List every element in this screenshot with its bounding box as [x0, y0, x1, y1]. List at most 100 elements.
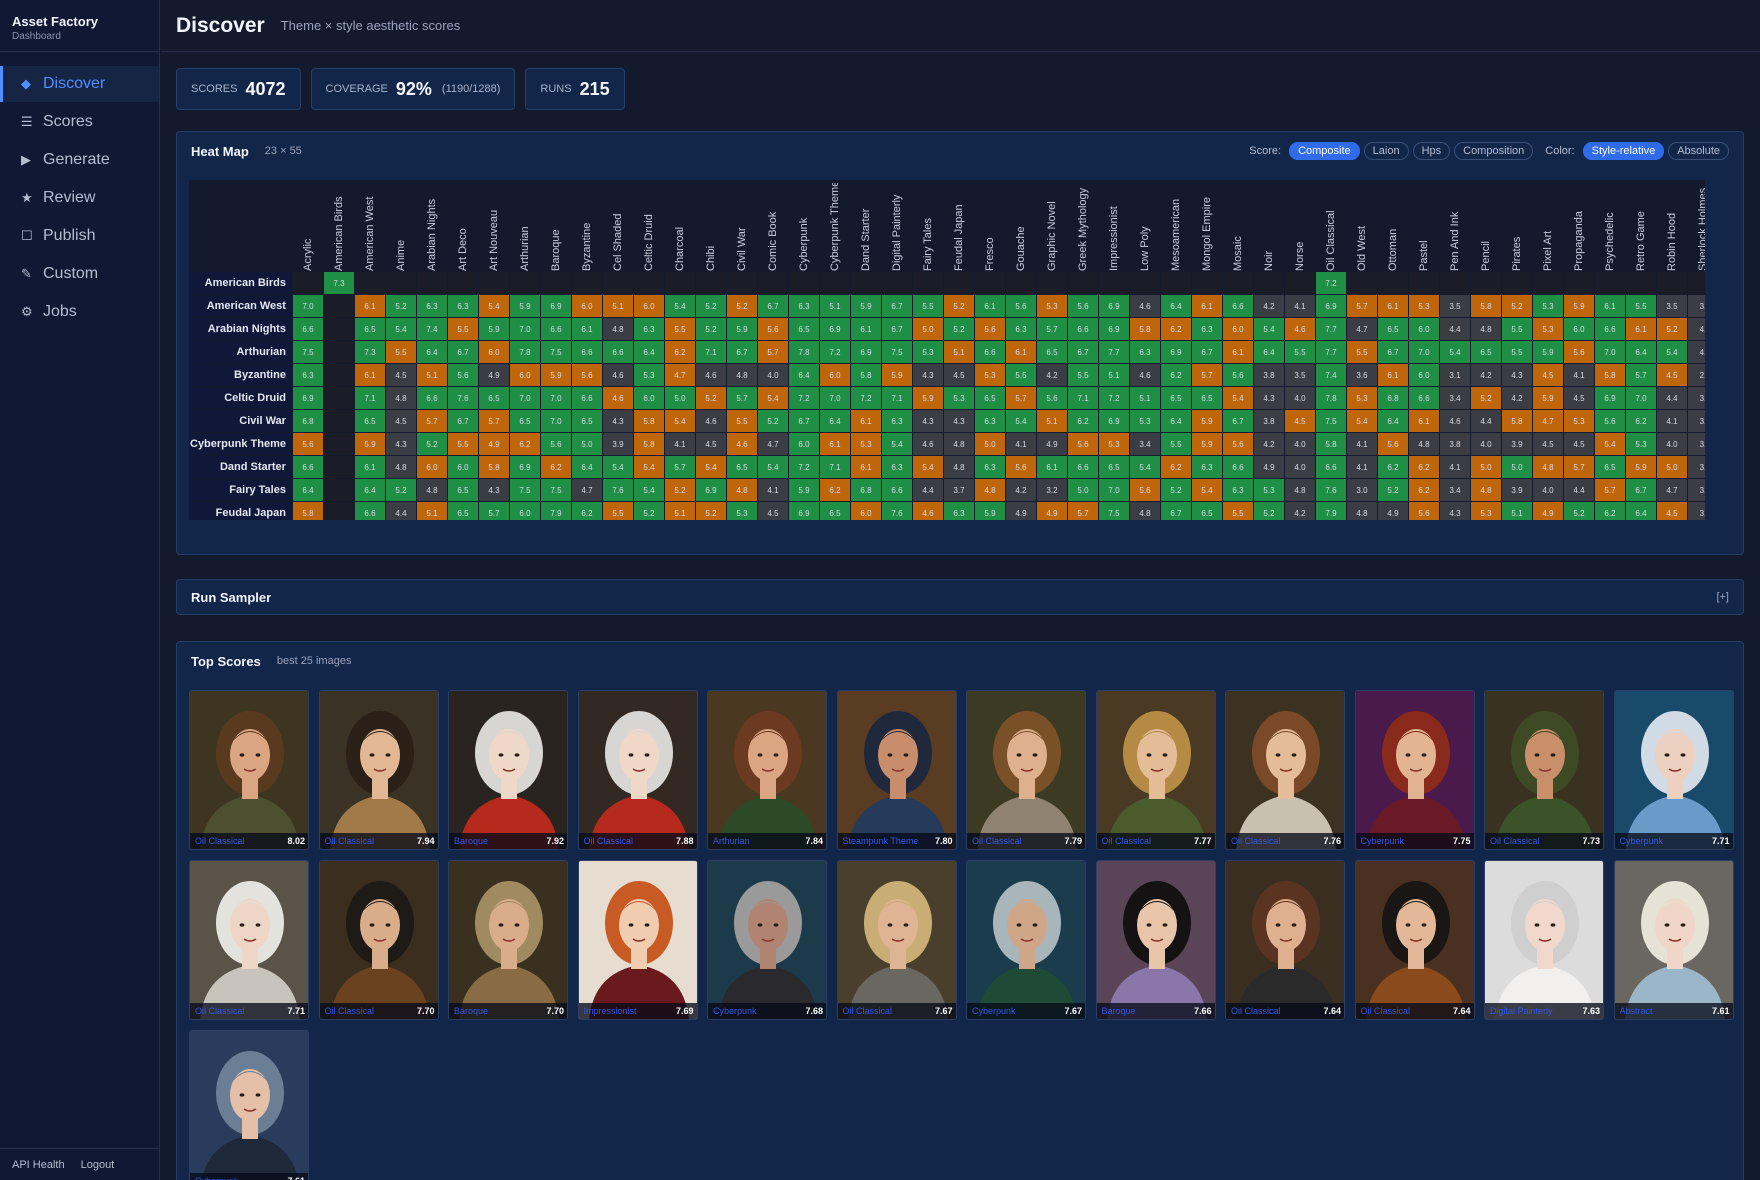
heatmap-cell[interactable]: 6.4	[1377, 410, 1408, 432]
column-header[interactable]: American West	[355, 181, 385, 271]
heatmap-cell[interactable]: 5.5	[726, 410, 757, 432]
heatmap-cell[interactable]: 4.9	[1532, 502, 1563, 520]
column-header[interactable]: Mosaic	[1223, 181, 1253, 271]
heatmap-cell[interactable]: 5.9	[850, 295, 881, 317]
heatmap-cell[interactable]: 4.1	[1656, 410, 1687, 432]
heatmap-cell[interactable]: 6.6	[1067, 456, 1098, 478]
heatmap-cell[interactable]: 5.2	[726, 295, 757, 317]
heatmap-cell[interactable]: 5.9	[1191, 433, 1222, 455]
heatmap-cell[interactable]: 5.9	[540, 364, 571, 386]
heatmap-cell[interactable]: 7.7	[1315, 318, 1346, 340]
heatmap-cell[interactable]: 3.	[1687, 456, 1705, 478]
heatmap-cell[interactable]: 6.1	[819, 433, 850, 455]
score-option-hps[interactable]: Hps	[1412, 142, 1451, 160]
heatmap-cell[interactable]: 5.7	[757, 341, 788, 363]
column-header[interactable]: Greek Mythology	[1068, 181, 1098, 271]
heatmap-cell[interactable]: 5.5	[1625, 295, 1656, 317]
heatmap-cell[interactable]: 5.6	[447, 364, 478, 386]
heatmap-cell[interactable]: 5.5	[602, 502, 633, 520]
heatmap-cell[interactable]: 4.1	[1346, 456, 1377, 478]
heatmap-cell[interactable]: 4.0	[757, 364, 788, 386]
heatmap-cell[interactable]: 4.4	[385, 502, 416, 520]
column-header[interactable]: Gouache	[1006, 181, 1036, 271]
image-card[interactable]: Baroque 7.70	[448, 860, 568, 1020]
heatmap-cell[interactable]: 6.4	[354, 479, 385, 501]
image-card[interactable]: Abstract 7.61	[1613, 860, 1734, 1020]
heatmap-cell[interactable]: 6.2	[1377, 456, 1408, 478]
heatmap-cell[interactable]: 5.0	[1656, 456, 1687, 478]
heatmap-cell[interactable]: 5.8	[478, 456, 509, 478]
heatmap-cell[interactable]: 3.2	[1036, 479, 1067, 501]
heatmap-cell[interactable]: 4.2	[1253, 433, 1284, 455]
heatmap-cell[interactable]: 6.3	[1191, 318, 1222, 340]
heatmap-cell[interactable]: 5.5	[447, 433, 478, 455]
heatmap-cell[interactable]: 7.1	[881, 387, 912, 409]
image-card[interactable]: Arthurian 7.84	[707, 690, 827, 850]
heatmap-cell[interactable]: 6.5	[354, 410, 385, 432]
column-header[interactable]: Psychedelic	[1595, 181, 1625, 271]
row-label[interactable]: Dand Starter	[190, 456, 292, 478]
column-header[interactable]: Civil War	[727, 181, 757, 271]
heatmap-cell[interactable]: 6.3	[943, 502, 974, 520]
heatmap-cell[interactable]: 5.2	[416, 433, 447, 455]
heatmap-cell[interactable]: 6.2	[1160, 318, 1191, 340]
heatmap-cell[interactable]: 5.3	[943, 387, 974, 409]
heatmap-cell[interactable]: 5.9	[1532, 387, 1563, 409]
heatmap-cell[interactable]: 5.2	[695, 387, 726, 409]
heatmap-cell[interactable]: 4.0	[1532, 479, 1563, 501]
heatmap-cell[interactable]: 6.7	[1377, 341, 1408, 363]
column-header[interactable]: Digital Painterly	[882, 181, 912, 271]
heatmap-cell[interactable]: 4.0	[1284, 387, 1315, 409]
column-header[interactable]: Pen And Ink	[1440, 181, 1470, 271]
heatmap-cell[interactable]: 5.2	[943, 318, 974, 340]
heatmap-cell[interactable]: 4.0	[1656, 433, 1687, 455]
heatmap-cell[interactable]: 4.7	[1346, 318, 1377, 340]
heatmap-cell[interactable]: 3.5	[1284, 364, 1315, 386]
heatmap-cell[interactable]: 5.7	[478, 410, 509, 432]
heatmap-cell[interactable]: 6.2	[571, 502, 602, 520]
column-header[interactable]: Norse	[1285, 181, 1315, 271]
heatmap-cell[interactable]: 5.8	[292, 502, 323, 520]
heatmap-cell[interactable]: 4.2	[1253, 295, 1284, 317]
heatmap-cell[interactable]: 4.9	[1036, 502, 1067, 520]
heatmap-cell[interactable]: 5.4	[664, 295, 695, 317]
heatmap-cell[interactable]: 5.3	[1408, 295, 1439, 317]
heatmap-cell[interactable]: 5.3	[1470, 502, 1501, 520]
heatmap-cell[interactable]: 5.6	[1129, 479, 1160, 501]
nav-item-discover[interactable]: ◆ Discover	[0, 66, 159, 102]
heatmap-cell[interactable]: 4.4	[912, 479, 943, 501]
row-label[interactable]: Fairy Tales	[190, 479, 292, 501]
heatmap-cell[interactable]: 6.6	[354, 502, 385, 520]
heatmap-cell[interactable]: 5.7	[1594, 479, 1625, 501]
heatmap-cell[interactable]: 6.6	[1222, 295, 1253, 317]
heatmap-cell[interactable]: 6.0	[416, 456, 447, 478]
heatmap-cell[interactable]: 4.2	[1005, 479, 1036, 501]
heatmap-cell[interactable]: 6.5	[788, 318, 819, 340]
heatmap-cell[interactable]: 5.9	[509, 295, 540, 317]
heatmap-cell[interactable]: 6.2	[1160, 364, 1191, 386]
column-header[interactable]: Charcoal	[665, 181, 695, 271]
heatmap-cell[interactable]: 5.7	[1191, 364, 1222, 386]
heatmap-cell[interactable]: 4.6	[1129, 364, 1160, 386]
heatmap-cell[interactable]: 6.4	[571, 456, 602, 478]
heatmap-cell[interactable]: 5.3	[912, 341, 943, 363]
heatmap-cell[interactable]: 6.3	[447, 295, 478, 317]
heatmap-cell[interactable]: 5.6	[1067, 295, 1098, 317]
heatmap-cell[interactable]: 4.	[1687, 341, 1705, 363]
heatmap-cell[interactable]: 6.4	[1160, 295, 1191, 317]
heatmap-cell[interactable]: 4.3	[943, 410, 974, 432]
heatmap-cell[interactable]: 6.3	[881, 410, 912, 432]
heatmap-cell[interactable]: 5.4	[1439, 341, 1470, 363]
heatmap-cell[interactable]: 5.9	[1625, 456, 1656, 478]
column-header[interactable]: Oil Classical	[1316, 181, 1346, 271]
heatmap-cell[interactable]: 5.4	[1346, 410, 1377, 432]
heatmap-cell[interactable]: 5.9	[1191, 410, 1222, 432]
heatmap-cell[interactable]: 5.0	[571, 433, 602, 455]
row-label[interactable]: Celtic Druid	[190, 387, 292, 409]
heatmap-cell[interactable]: 4.1	[1284, 295, 1315, 317]
heatmap-cell[interactable]: 5.6	[1005, 295, 1036, 317]
heatmap-cell[interactable]: 5.3	[1098, 433, 1129, 455]
heatmap-cell[interactable]: 3.	[1687, 387, 1705, 409]
heatmap-cell[interactable]: 7.3	[354, 341, 385, 363]
heatmap-cell[interactable]: 3.	[1687, 433, 1705, 455]
